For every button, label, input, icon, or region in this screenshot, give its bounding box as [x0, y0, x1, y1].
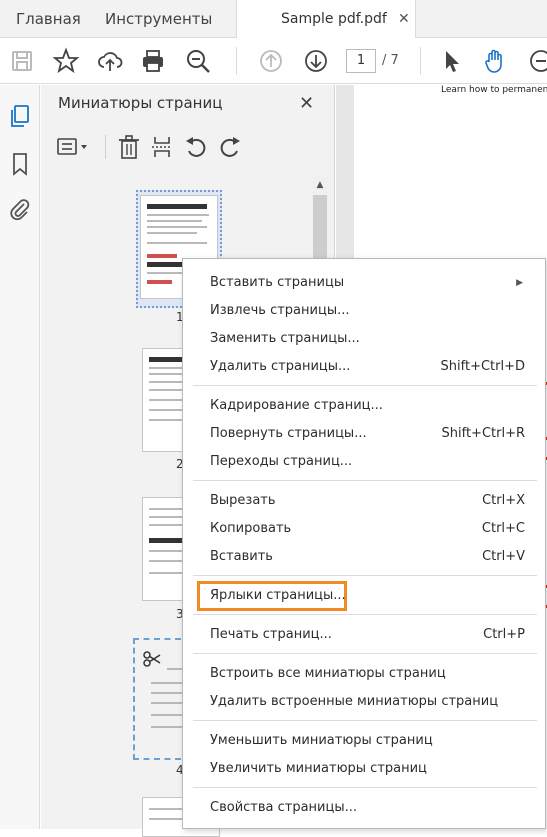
menu-item-label: Переходы страниц... — [210, 454, 353, 469]
menu-item-shortcut: Shift+Ctrl+R — [441, 426, 526, 441]
menu-separator — [193, 720, 537, 721]
menu-item-label: Вставить — [210, 549, 273, 564]
menu-item-label: Копировать — [210, 521, 292, 536]
tab-bar: Главная Инструменты Sample pdf.pdf ✕ — [0, 0, 547, 39]
menu-item-label: Вырезать — [210, 493, 276, 508]
menu-item-label: Удалить страницы... — [210, 359, 351, 374]
menu-item-cut[interactable]: Вырезать Ctrl+X — [183, 487, 545, 515]
toolbar-divider — [420, 47, 421, 75]
menu-item-page-properties[interactable]: Свойства страницы... — [183, 794, 545, 822]
hand-icon[interactable] — [481, 47, 509, 75]
bookmark-icon[interactable] — [7, 151, 33, 177]
zoom-out-icon[interactable] — [184, 47, 212, 75]
menu-item-label: Извлечь страницы... — [210, 303, 350, 318]
menu-item-shortcut: Ctrl+C — [481, 521, 525, 536]
document-text: Learn how to permanently re — [441, 85, 547, 95]
tab-home[interactable]: Главная — [16, 0, 81, 38]
menu-item-copy[interactable]: Копировать Ctrl+C — [183, 515, 545, 543]
menu-item-remove-embedded-thumbnails[interactable]: Удалить встроенные миниатюры страниц — [183, 688, 545, 716]
menu-item-extract-pages[interactable]: Извлечь страницы... — [183, 297, 545, 325]
navigation-rail — [0, 85, 40, 829]
menu-item-label: Встроить все миниатюры страниц — [210, 666, 446, 681]
trash-icon[interactable] — [115, 133, 143, 161]
menu-item-page-transitions[interactable]: Переходы страниц... — [183, 448, 545, 476]
menu-item-label: Ярлыки страницы... — [210, 588, 346, 603]
tab-document[interactable]: Sample pdf.pdf ✕ — [236, 0, 416, 39]
rotate-right-icon[interactable] — [216, 133, 244, 161]
close-tab-icon[interactable]: ✕ — [398, 0, 410, 38]
menu-item-shortcut: Shift+Ctrl+D — [440, 359, 525, 374]
menu-separator — [193, 385, 537, 386]
cloud-upload-icon[interactable] — [96, 47, 124, 75]
insert-page-icon[interactable] — [148, 133, 176, 161]
menu-separator — [193, 614, 537, 615]
menu-separator — [193, 653, 537, 654]
menu-item-enlarge-thumbnails[interactable]: Увеличить миниатюры страниц — [183, 755, 545, 783]
menu-item-label: Повернуть страницы... — [210, 426, 367, 441]
panel-toolbar — [41, 129, 335, 165]
menu-item-shortcut: Ctrl+V — [482, 549, 525, 564]
zoom-minus-icon[interactable] — [527, 47, 547, 75]
menu-item-page-labels[interactable]: Ярлыки страницы... — [183, 582, 545, 610]
menu-item-label: Вставить страницы — [210, 275, 345, 290]
toolbar-divider — [236, 47, 237, 75]
attachment-icon[interactable] — [7, 196, 33, 222]
menu-item-rotate-pages[interactable]: Повернуть страницы... Shift+Ctrl+R — [183, 420, 545, 448]
menu-item-label: Печать страниц... — [210, 627, 332, 642]
scroll-up-icon[interactable]: ▲ — [312, 177, 328, 193]
print-icon[interactable] — [139, 47, 167, 75]
menu-item-label: Удалить встроенные миниатюры страниц — [210, 694, 499, 709]
menu-item-print-pages[interactable]: Печать страниц... Ctrl+P — [183, 621, 545, 649]
submenu-arrow-icon: ▶ — [516, 278, 523, 288]
menu-separator — [193, 480, 537, 481]
panel-toolbar-divider — [105, 135, 106, 159]
context-menu: Вставить страницы ▶ Извлечь страницы... … — [182, 258, 546, 829]
main-toolbar: 1 / 7 — [0, 38, 547, 84]
document-tab-title: Sample pdf.pdf — [281, 11, 387, 27]
menu-item-paste[interactable]: Вставить Ctrl+V — [183, 543, 545, 571]
rotate-left-icon[interactable] — [182, 133, 210, 161]
menu-item-crop-pages[interactable]: Кадрирование страниц... — [183, 392, 545, 420]
page-up-icon[interactable] — [257, 47, 285, 75]
menu-item-shortcut: Ctrl+X — [482, 493, 525, 508]
page-total: / 7 — [382, 53, 399, 68]
menu-item-shortcut: Ctrl+P — [483, 627, 525, 642]
star-icon[interactable] — [52, 47, 80, 75]
menu-item-replace-pages[interactable]: Заменить страницы... — [183, 325, 545, 353]
menu-item-label: Кадрирование страниц... — [210, 398, 383, 413]
menu-item-delete-pages[interactable]: Удалить страницы... Shift+Ctrl+D — [183, 353, 545, 381]
options-menu-icon[interactable] — [55, 133, 95, 161]
menu-separator — [193, 575, 537, 576]
menu-item-label: Заменить страницы... — [210, 331, 360, 346]
menu-separator — [193, 787, 537, 788]
menu-item-label: Уменьшить миниатюры страниц — [210, 733, 433, 748]
page-number-input[interactable]: 1 — [346, 49, 376, 73]
menu-item-label: Свойства страницы... — [210, 800, 358, 815]
select-arrow-icon[interactable] — [438, 47, 466, 75]
page-down-icon[interactable] — [302, 47, 330, 75]
menu-item-reduce-thumbnails[interactable]: Уменьшить миниатюры страниц — [183, 727, 545, 755]
panel-title: Миниатюры страниц — [58, 94, 223, 112]
menu-item-label: Увеличить миниатюры страниц — [210, 761, 427, 776]
tab-tools[interactable]: Инструменты — [105, 0, 212, 38]
close-panel-icon[interactable]: ✕ — [299, 93, 314, 114]
save-icon[interactable] — [8, 47, 36, 75]
menu-item-embed-thumbnails[interactable]: Встроить все миниатюры страниц — [183, 660, 545, 688]
page-thumbnails-icon[interactable] — [7, 103, 33, 129]
menu-item-insert-pages[interactable]: Вставить страницы ▶ — [183, 269, 545, 297]
